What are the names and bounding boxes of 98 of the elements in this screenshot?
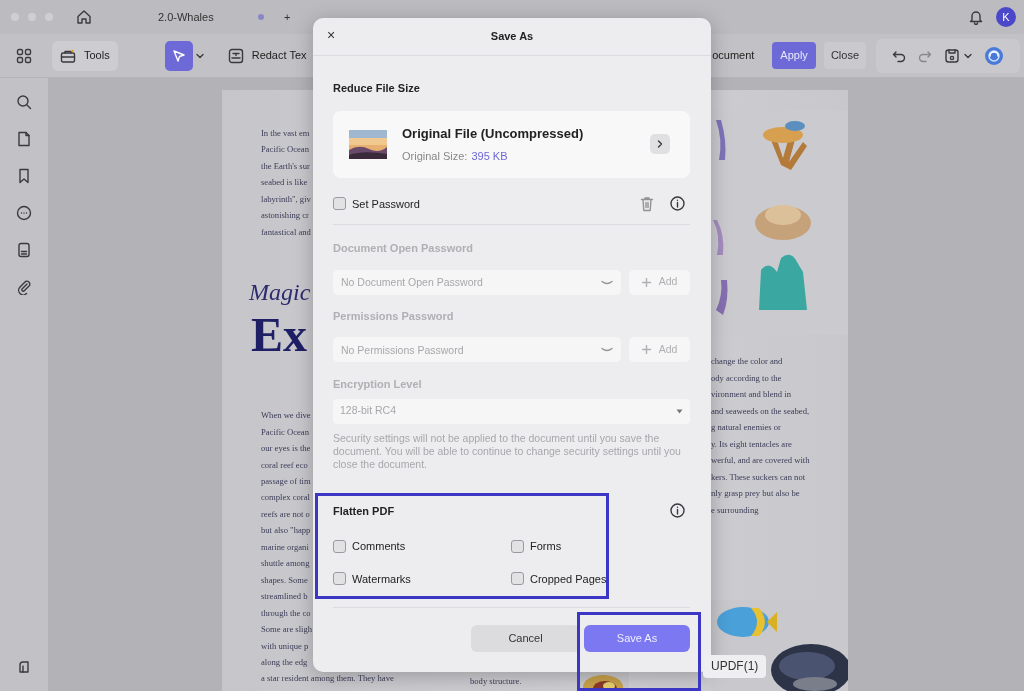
sidebar-toggle-icon[interactable] [17,660,31,674]
paperclip-icon[interactable] [16,279,32,295]
text-line: When we dive [261,409,311,423]
text-line: shapes. Some [261,573,308,587]
checkbox[interactable] [333,197,346,211]
trash-icon[interactable] [640,195,654,212]
checkbox-label: Set Password [352,196,420,212]
text-line: Some are sligh [261,623,313,637]
save-icon[interactable] [944,47,960,64]
text-line: the Earth's sur [261,159,310,173]
text-line: marine organi [261,540,309,554]
text-line: In the vast em [261,127,310,140]
search-icon[interactable] [16,94,32,110]
bell-icon[interactable] [968,9,984,25]
size-label: Original Size: [402,148,468,164]
field-label: Document Open Password [333,241,474,256]
text-line: kers. These suckers can not [711,470,807,484]
text-line: but also "happ [261,524,311,538]
section-title: Flatten PDF [333,503,395,519]
text-line: a star resident among them. They have [261,672,394,686]
text-line: along the edg [261,655,308,669]
redact-icon[interactable] [227,47,244,64]
caret-icon[interactable] [964,52,972,59]
document-tab[interactable]: 2.0-Whales [158,8,258,26]
text-line: body structure. [470,675,522,688]
checkbox[interactable] [333,539,346,553]
text-line: streamlined b [261,590,308,604]
tools-button[interactable]: Tools [52,40,118,71]
text-line: g natural enemies or [711,421,782,434]
text-line: Pacific Ocean [261,143,309,157]
text-line: nly grasp prey but also be [711,487,801,500]
document-icon[interactable] [16,242,32,258]
checkbox[interactable] [511,572,524,586]
comment-icon[interactable] [16,205,32,221]
text-line: complex coral [261,491,310,505]
text-line: e surrounding [711,503,760,517]
text-line: werful, and are covered with [711,454,811,467]
assistant-logo-icon[interactable] [984,45,1004,66]
file-option-title: Original File (Uncompressed) [402,125,585,143]
checkbox[interactable] [333,572,346,586]
redact-text-tool[interactable]: Redact Tex [251,47,307,64]
text-line: through the co [261,606,311,620]
section-title: Reduce File Size [333,81,421,96]
security-note: Security settings will not be applied to the document until you save the document. You will be able to continue to change security settings until you close the document. [333,431,682,471]
chevron-down-icon [601,347,613,353]
file-option-card[interactable]: Original File (Uncompressed) Original Size: 395 KB [333,110,690,178]
plus-icon [641,277,651,287]
text-line: seabed is like [261,176,308,190]
pointer-icon [171,48,186,63]
chevron-down-icon [601,279,613,286]
expand-button[interactable] [650,134,670,154]
checkbox-label: Cropped Pages [530,571,607,587]
unsaved-dot [258,14,264,20]
text-line: Pacific Ocean [261,425,309,439]
text-line: fantastical and [261,225,311,239]
text-line: our eyes is the [261,442,311,456]
caret-icon[interactable] [195,52,204,59]
bookmark-icon[interactable] [16,168,32,184]
apply-button[interactable]: Apply [772,42,816,69]
field-label: Encryption Level [333,377,423,392]
text-line: y. Its eight tentacles are [711,437,793,451]
document-tool[interactable]: ocument [712,47,755,64]
cancel-button[interactable]: Cancel [471,625,580,652]
text-line: and seaweeds on the seabed, [711,404,811,418]
title-text: Ex [251,307,308,364]
text-line: astonishing cr [261,209,309,223]
checkbox-label: Watermarks [352,571,411,587]
text-line: passage of tim [261,475,311,488]
text-line: with unique p [261,639,309,653]
info-icon[interactable] [670,196,685,212]
text-line: coral reef eco [261,458,308,472]
text-line: vironment and blend in [711,388,792,401]
avatar[interactable]: K [996,7,1016,27]
checkbox-label: Forms [530,539,562,554]
caret-icon [676,408,683,414]
info-icon[interactable] [670,503,685,519]
checkbox[interactable] [511,539,524,553]
text-line: ody according to the [711,371,783,385]
close-button[interactable]: Close [823,42,866,69]
field-label: Permissions Password [333,308,455,324]
plus-icon [641,345,651,354]
grid-icon[interactable] [16,47,32,64]
text-line: shuttle among [261,557,310,571]
size-value: 395 KB [471,148,508,164]
home-icon[interactable] [76,9,92,25]
toolbox-icon [60,48,76,63]
text-line: change the color and [711,355,784,368]
select-tool-button[interactable] [164,40,193,71]
dialog-title: Save As [490,29,534,45]
heading-text: Magic [249,278,312,308]
checkbox-label: Comments [352,539,406,554]
page-icon[interactable] [16,131,32,147]
text-line: labyrinth", giv [261,192,311,206]
close-button[interactable]: × [323,27,340,43]
text-line: reefs are not o [261,507,310,521]
chevron-icon [657,140,663,148]
tooltip: UPDF(1) [703,655,767,678]
new-tab-button[interactable]: + [284,8,291,26]
